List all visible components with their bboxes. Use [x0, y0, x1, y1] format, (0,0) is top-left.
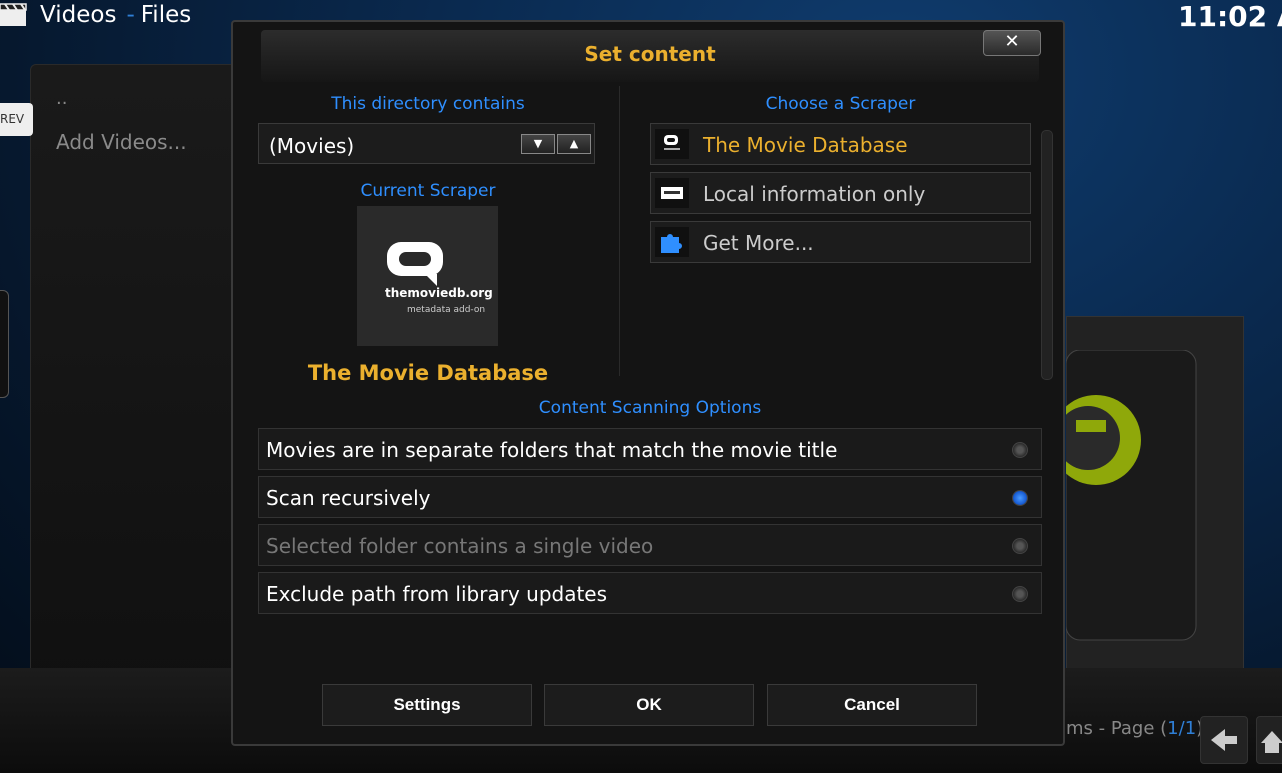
scraper-logo-text: themoviedb.org — [385, 286, 493, 300]
scraper-label: The Movie Database — [703, 133, 908, 157]
puzzle-icon — [655, 227, 689, 257]
close-button[interactable]: ✕ — [983, 30, 1041, 56]
tmdb-icon — [655, 129, 689, 159]
spin-down-icon[interactable]: ▼ — [521, 134, 555, 154]
content-type-value: (Movies) — [269, 134, 355, 158]
spin-up-icon[interactable]: ▲ — [557, 134, 591, 154]
side-menu-handle[interactable] — [0, 290, 9, 398]
set-content-dialog: Set content ✕ This directory contains (M… — [231, 20, 1065, 746]
settings-button[interactable]: Settings — [322, 684, 532, 726]
option-separate-folders[interactable]: Movies are in separate folders that matc… — [258, 428, 1042, 470]
add-videos-item[interactable]: Add Videos... — [56, 130, 187, 154]
clapperboard-icon — [0, 3, 27, 26]
scraper-item-tmdb[interactable]: The Movie Database — [650, 123, 1031, 165]
window-title: Videos - Files — [40, 2, 192, 28]
option-label: Selected folder contains a single video — [266, 534, 654, 558]
back-button[interactable] — [1200, 716, 1248, 764]
page-indicator: ms - Page (1/1) — [1066, 718, 1203, 739]
option-label: Scan recursively — [266, 486, 431, 510]
scraper-label: Local information only — [703, 182, 926, 206]
back-arrow-icon — [1211, 729, 1237, 751]
clock: 11:02 A — [1178, 0, 1282, 33]
scraper-logo-subtext: metadata add-on — [407, 305, 486, 315]
option-label: Exclude path from library updates — [266, 582, 608, 606]
scraper-item-local[interactable]: Local information only — [650, 172, 1031, 214]
choose-scraper-label: Choose a Scraper — [765, 94, 916, 114]
scraper-label: Get More... — [703, 231, 814, 255]
scraper-item-get-more[interactable]: Get More... — [650, 221, 1031, 263]
current-scraper-label: Current Scraper — [360, 181, 496, 201]
dialog-title: Set content — [584, 42, 716, 66]
ok-button[interactable]: OK — [544, 684, 754, 726]
parent-folder-item[interactable]: .. — [56, 88, 67, 109]
current-scraper-thumbnail: themoviedb.org metadata add-on — [357, 206, 498, 346]
option-single-video: Selected folder contains a single video — [258, 524, 1042, 566]
hard-drive-icon — [1066, 350, 1197, 641]
tmdb-logo-icon — [387, 242, 443, 286]
radio-on-icon[interactable] — [1012, 490, 1028, 506]
radio-off-icon[interactable] — [1012, 586, 1028, 602]
scraper-list-scrollbar[interactable] — [1041, 130, 1053, 380]
home-button[interactable] — [1256, 716, 1282, 764]
side-tab[interactable]: REV — [0, 103, 33, 136]
nfo-icon — [655, 178, 689, 208]
radio-off-icon — [1012, 538, 1028, 554]
option-label: Movies are in separate folders that matc… — [266, 438, 838, 462]
column-divider — [619, 86, 620, 376]
file-list-panel — [30, 64, 242, 706]
content-type-spinner[interactable]: (Movies) ▼ ▲ — [258, 123, 595, 164]
option-exclude-path[interactable]: Exclude path from library updates — [258, 572, 1042, 614]
home-icon — [1261, 731, 1282, 753]
option-scan-recursively[interactable]: Scan recursively — [258, 476, 1042, 518]
scanning-options-label: Content Scanning Options — [538, 398, 762, 418]
radio-off-icon[interactable] — [1012, 442, 1028, 458]
directory-contains-label: This directory contains — [331, 94, 525, 114]
cancel-button[interactable]: Cancel — [767, 684, 977, 726]
current-scraper-name: The Movie Database — [307, 361, 549, 385]
